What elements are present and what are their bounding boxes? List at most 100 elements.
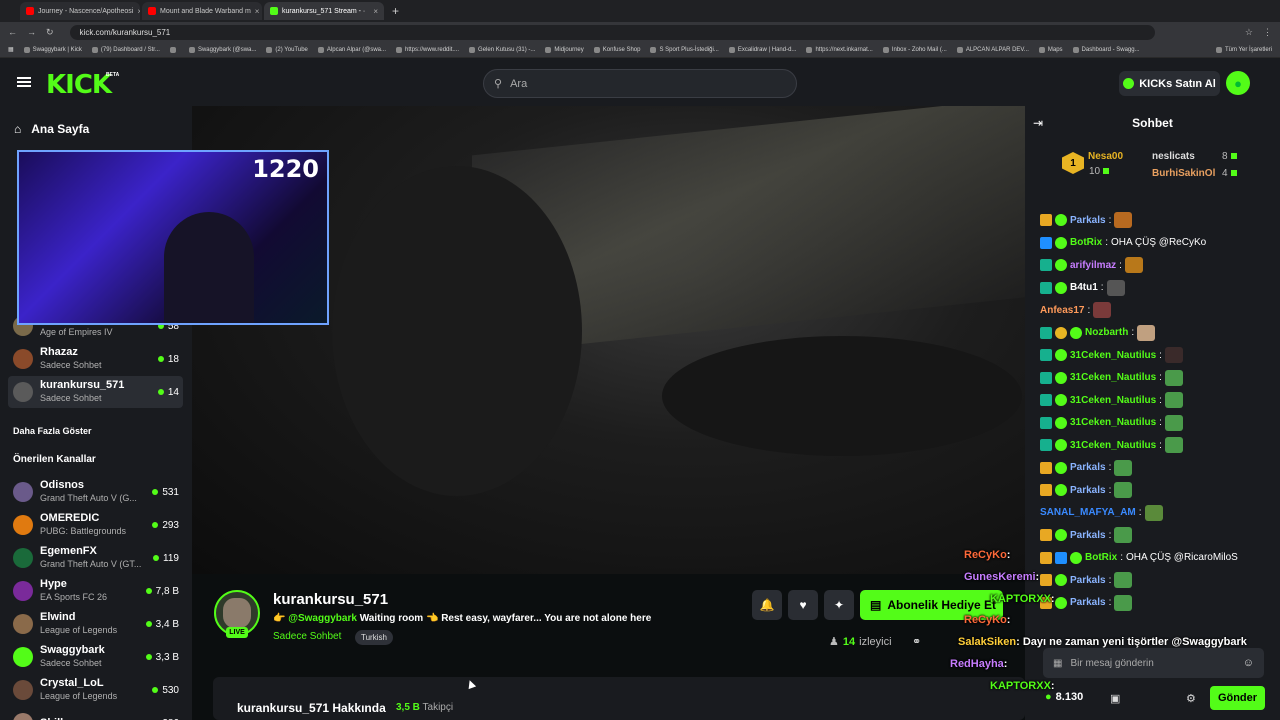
overlay-username[interactable]: RedHayha xyxy=(950,658,1004,670)
apps-grid-icon[interactable]: ▦ xyxy=(8,46,14,53)
chat-username[interactable]: Nozbarth xyxy=(1085,327,1128,338)
bookmark-item[interactable]: Dashboard - Swagg... xyxy=(1072,46,1140,53)
follow-heart-button[interactable]: ♥ xyxy=(788,590,818,620)
bookmark-item[interactable]: ALPCAN ALPAR DEV... xyxy=(956,46,1029,53)
chat-message[interactable]: BotRix: OHA ÇÜŞ @ReCyKo xyxy=(1040,233,1206,253)
chat-message[interactable]: 31Ceken_Nautilus: xyxy=(1040,435,1183,455)
menu-icon[interactable]: ⋮ xyxy=(1263,27,1272,38)
chat-message[interactable]: 31Ceken_Nautilus: xyxy=(1040,345,1183,365)
kick-logo[interactable]: KICK xyxy=(46,70,112,100)
send-message-button[interactable]: Gönder xyxy=(1210,686,1265,710)
forward-icon[interactable]: → xyxy=(27,27,36,37)
bookmark-item[interactable]: Inbox - Zoho Mail (... xyxy=(882,46,947,53)
overlay-username[interactable]: ReCyKo xyxy=(964,614,1007,626)
bookmark-item[interactable] xyxy=(169,46,179,53)
clip-button[interactable]: ✦ xyxy=(824,590,854,620)
new-tab-button[interactable]: + xyxy=(392,4,399,18)
language-tag[interactable]: Turkish xyxy=(355,630,393,645)
buy-kicks-button[interactable]: KICKs Satın Al xyxy=(1119,71,1220,96)
bookmark-item[interactable]: https://www.reddit.... xyxy=(396,46,459,53)
chat-message[interactable]: Parkals: xyxy=(1040,525,1133,545)
channel-name[interactable]: kurankursu_571 xyxy=(273,591,388,608)
chat-username[interactable]: 31Ceken_Nautilus xyxy=(1070,395,1156,406)
chat-message[interactable]: 31Ceken_Nautilus: xyxy=(1040,390,1183,410)
chat-username[interactable]: SANAL_MAFYA_AM xyxy=(1040,507,1136,518)
chat-message[interactable]: Parkals: xyxy=(1040,210,1133,230)
sidebar-channel-recommended[interactable]: Hype EA Sports FC 26 7,8 B xyxy=(8,575,183,607)
chat-username[interactable]: 31Ceken_Nautilus xyxy=(1070,417,1156,428)
bookmark-item[interactable]: Alpcan Alpar (@swa... xyxy=(317,46,386,53)
bookmark-item[interactable]: https://next.inkarnat... xyxy=(806,46,873,53)
sidebar-channel-recommended[interactable]: Shilla286 xyxy=(8,707,183,720)
store-icon[interactable]: ▣ xyxy=(1110,692,1120,705)
bookmark-item[interactable]: Tüm Yer İşaretleri xyxy=(1215,46,1272,53)
sidebar-channel-recommended[interactable]: EgemenFX Grand Theft Auto V (GT... 119 xyxy=(8,542,183,574)
bookmark-item[interactable]: (2) YouTube xyxy=(266,46,308,53)
url-input[interactable]: kick.com/kurankursu_571 xyxy=(69,24,1155,40)
bookmark-item[interactable]: Midjourney xyxy=(545,46,584,53)
chat-username[interactable]: 31Ceken_Nautilus xyxy=(1070,350,1156,361)
chat-message[interactable]: B4tu1: xyxy=(1040,278,1125,298)
chat-message[interactable]: 31Ceken_Nautilus: xyxy=(1040,368,1183,388)
notification-bell-button[interactable]: 🔔 xyxy=(752,590,782,620)
chat-username[interactable]: BotRix xyxy=(1085,552,1117,563)
chat-username[interactable]: arifyilmaz xyxy=(1070,260,1116,271)
tab-close-icon[interactable]: × xyxy=(373,7,378,16)
browser-tab[interactable]: Mount and Blade Warband m × xyxy=(142,2,262,20)
user-avatar[interactable]: ● xyxy=(1226,71,1250,95)
sidebar-channel-recommended[interactable]: Swaggybark Sadece Sohbet 3,3 B xyxy=(8,641,183,673)
chat-username[interactable]: 31Ceken_Nautilus xyxy=(1070,440,1156,451)
chat-message[interactable]: Nozbarth: xyxy=(1040,323,1156,343)
chat-message[interactable]: SANAL_MAFYA_AM: xyxy=(1040,503,1163,523)
overlay-username[interactable]: ReCyKo xyxy=(964,549,1007,561)
chat-settings-gear-icon[interactable]: ⚙ xyxy=(1186,692,1196,705)
chat-message[interactable]: arifyilmaz: xyxy=(1040,255,1143,275)
bookmark-item[interactable]: Gelen Kutusu (31) -... xyxy=(469,46,535,53)
chat-message[interactable]: Parkals: xyxy=(1040,458,1133,478)
sidebar-channel-recommended[interactable]: Elwind League of Legends 3,4 B xyxy=(8,608,183,640)
back-icon[interactable]: ← xyxy=(8,27,17,37)
channel-points[interactable]: ● 8.130 xyxy=(1045,691,1083,703)
overlay-username[interactable]: KAPTORXX xyxy=(990,593,1051,605)
chat-message-input[interactable]: ▦ Bir mesaj gönderin ☺ xyxy=(1043,648,1264,678)
chat-username[interactable]: Parkals xyxy=(1070,597,1106,608)
overlay-username[interactable]: KAPTORXX xyxy=(990,680,1051,692)
search-input[interactable]: ⚲ Ara xyxy=(483,69,797,98)
chat-username[interactable]: Parkals xyxy=(1070,485,1106,496)
bookmark-item[interactable]: Swaggybark | Kick xyxy=(23,46,82,53)
emoji-picker-icon[interactable]: ☺ xyxy=(1243,657,1254,669)
tab-close-icon[interactable]: × xyxy=(255,7,260,16)
sidebar-channel-recommended[interactable]: OMEREDIC PUBG: Battlegrounds 293 xyxy=(8,509,183,541)
sidebar-channel-followed[interactable]: kurankursu_571 Sadece Sohbet 14 xyxy=(8,376,183,408)
chat-message[interactable]: Anfeas17: xyxy=(1040,300,1112,320)
browser-tab[interactable]: Journey - Nascence/Apotheosi × xyxy=(20,2,140,20)
stream-title-mention[interactable]: @Swaggybark xyxy=(288,613,357,624)
chat-username[interactable]: B4tu1 xyxy=(1070,282,1098,293)
chat-message[interactable]: Parkals: xyxy=(1040,570,1133,590)
kick-emote-icon[interactable]: ▦ xyxy=(1053,658,1062,669)
sidebar-channel-recommended[interactable]: Crystal_LoL League of Legends 530 xyxy=(8,674,183,706)
chat-username[interactable]: 31Ceken_Nautilus xyxy=(1070,372,1156,383)
chat-username[interactable]: Parkals xyxy=(1070,575,1106,586)
chat-username[interactable]: Anfeas17 xyxy=(1040,305,1084,316)
bookmark-item[interactable]: Swaggybark (@swa... xyxy=(188,46,256,53)
overlay-username[interactable]: SalakSiken xyxy=(958,636,1016,648)
tab-close-icon[interactable]: × xyxy=(137,7,140,16)
leaderboard-name[interactable]: neslicats xyxy=(1152,151,1195,162)
bookmark-item[interactable]: S Sport Plus-İstediği... xyxy=(650,46,719,53)
bookmark-item[interactable]: Konfuse Shop xyxy=(593,46,640,53)
stream-category[interactable]: Sadece Sohbet xyxy=(273,631,341,642)
chat-message[interactable]: 31Ceken_Nautilus: xyxy=(1040,413,1183,433)
reload-icon[interactable]: ↻ xyxy=(46,27,54,38)
sidebar-channel-recommended[interactable]: Odisnos Grand Theft Auto V (G... 531 xyxy=(8,476,183,508)
bookmark-item[interactable]: (79) Dashboard / Str... xyxy=(91,46,160,53)
leaderboard-name[interactable]: BurhiSakinOl xyxy=(1152,168,1215,179)
browser-tab[interactable]: kurankursu_571 Stream - · × xyxy=(264,2,384,20)
share-icon[interactable]: ⚭ xyxy=(912,635,921,648)
chat-username[interactable]: BotRix xyxy=(1070,237,1102,248)
bookmark-item[interactable]: Excalidraw | Hand-d... xyxy=(728,46,796,53)
sidebar-channel-followed[interactable]: Rhazaz Sadece Sohbet 18 xyxy=(8,343,183,375)
chat-message[interactable]: Parkals: xyxy=(1040,480,1133,500)
sidebar-home-link[interactable]: ⌂ Ana Sayfa xyxy=(14,122,89,136)
chat-message[interactable]: BotRix: OHA ÇÜŞ @RicaroMiloS xyxy=(1040,548,1238,568)
